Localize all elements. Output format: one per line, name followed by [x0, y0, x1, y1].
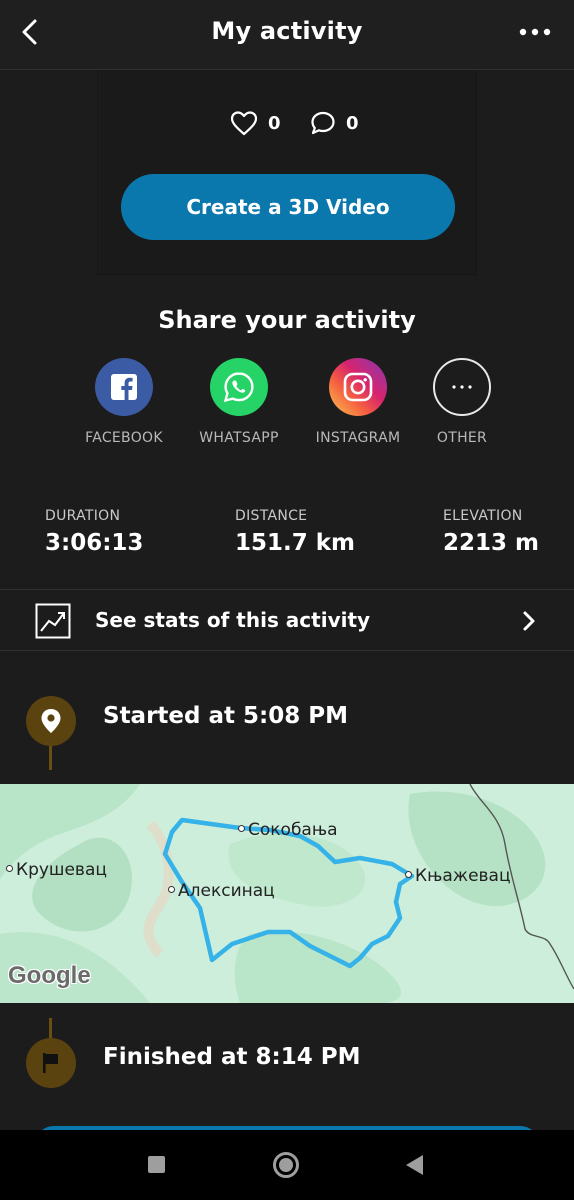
activity-screen: My activity 0 0 Create a 3D Video Share …: [0, 0, 574, 1200]
share-label: FACEBOOK: [85, 430, 163, 446]
distance-stat: DISTANCE 151.7 km: [235, 508, 355, 556]
page-title: My activity: [211, 17, 363, 45]
share-label: WHATSAPP: [199, 430, 279, 446]
more-icon: [433, 358, 491, 416]
chart-trend-icon: [35, 603, 71, 639]
instagram-icon: [329, 358, 387, 416]
create-3d-video-button[interactable]: Create a 3D Video: [121, 174, 455, 240]
map-city-label: Алексинац: [168, 881, 275, 901]
start-time-label: Started at 5:08 PM: [103, 703, 348, 729]
facebook-icon: [95, 358, 153, 416]
map-city-label: Крушевац: [6, 860, 107, 880]
stat-value: 2213 m: [443, 530, 539, 556]
stat-label: DISTANCE: [235, 508, 308, 524]
like-count: 0: [268, 112, 281, 134]
share-section-title: Share your activity: [158, 306, 416, 334]
home-icon[interactable]: [273, 1152, 299, 1178]
route-map[interactable]: Сокобања Крушевац Алексинац Књажевац Goo…: [0, 784, 574, 1003]
see-stats-label: See stats of this activity: [95, 608, 371, 632]
whatsapp-icon: [210, 358, 268, 416]
timeline-line: [49, 1018, 52, 1040]
stat-label: DURATION: [45, 508, 121, 524]
heart-icon: [230, 111, 258, 136]
comment-icon: [311, 111, 335, 135]
timeline-line: [49, 744, 52, 770]
share-instagram[interactable]: INSTAGRAM: [298, 358, 418, 446]
elevation-stat: ELEVATION 2213 m: [443, 508, 539, 556]
see-stats-row[interactable]: See stats of this activity: [0, 589, 574, 651]
chevron-right-icon: [523, 611, 535, 631]
finish-marker: [26, 1038, 76, 1088]
start-marker: [26, 696, 76, 746]
map-city-label: Сокобања: [238, 820, 338, 840]
duration-stat: DURATION 3:06:13: [45, 508, 143, 556]
system-navigation-bar: [0, 1130, 574, 1200]
stat-label: ELEVATION: [443, 508, 523, 524]
recent-apps-icon[interactable]: [148, 1156, 165, 1173]
flag-icon: [43, 1053, 58, 1073]
like-button[interactable]: 0: [230, 110, 281, 136]
more-options-icon[interactable]: [518, 22, 552, 42]
map-city-label: Књажевац: [405, 866, 511, 886]
activity-card: 0 0 Create a 3D Video: [97, 70, 477, 275]
share-label: INSTAGRAM: [315, 430, 401, 446]
share-facebook[interactable]: FACEBOOK: [64, 358, 184, 446]
comment-button[interactable]: 0: [310, 110, 359, 136]
share-label: OTHER: [436, 430, 488, 446]
stat-value: 3:06:13: [45, 530, 144, 556]
top-app-bar: My activity: [0, 0, 574, 70]
google-logo: Google: [8, 962, 91, 989]
back-icon[interactable]: [406, 1155, 423, 1175]
share-other[interactable]: OTHER: [402, 358, 522, 446]
comment-count: 0: [346, 112, 359, 134]
share-whatsapp[interactable]: WHATSAPP: [179, 358, 299, 446]
finish-time-label: Finished at 8:14 PM: [103, 1044, 361, 1070]
stat-value: 151.7 km: [235, 530, 356, 556]
location-pin-icon: [41, 709, 61, 733]
